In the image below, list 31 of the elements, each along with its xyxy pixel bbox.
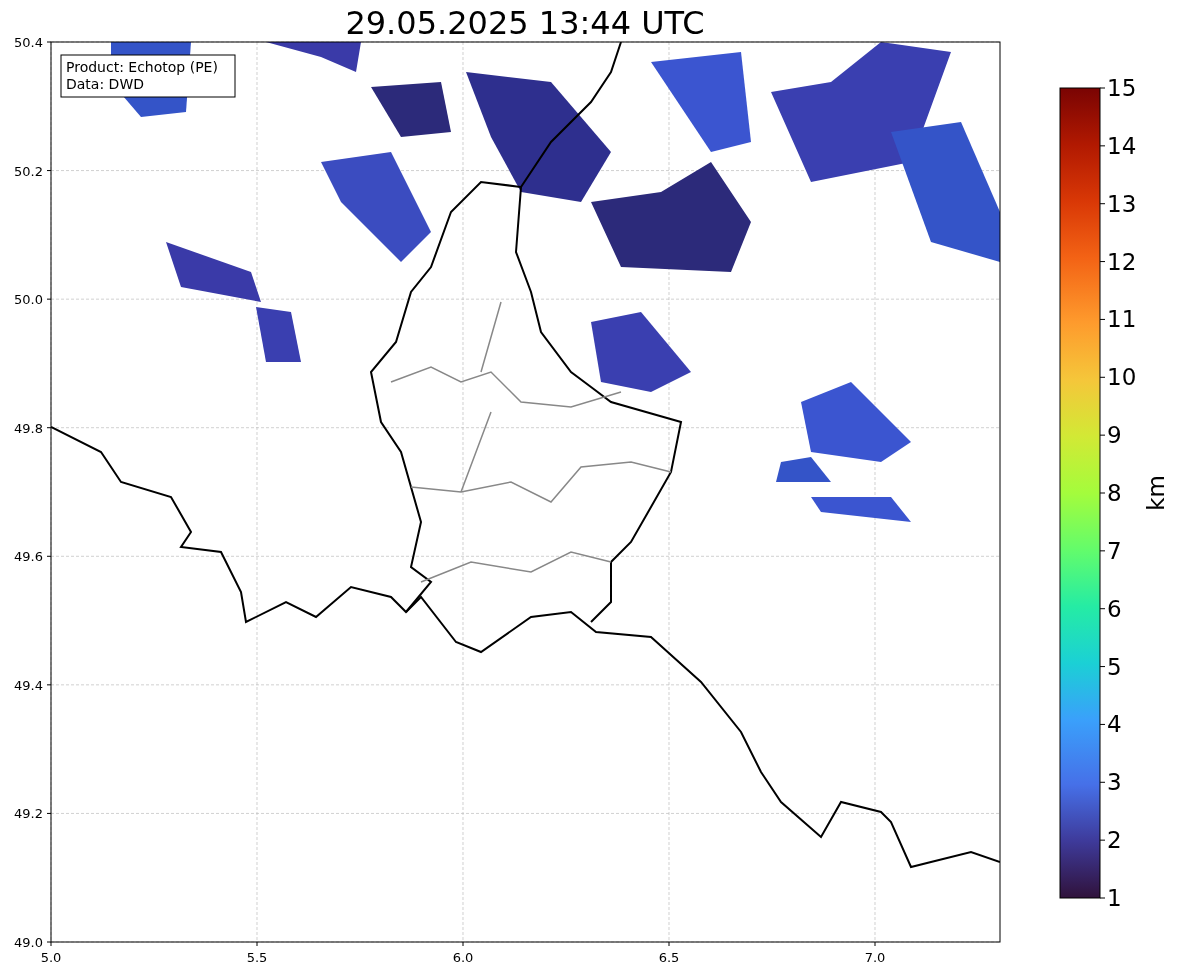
tick-label: 8 — [1107, 480, 1122, 506]
chart-title: 29.05.2025 13:44 UTC — [345, 4, 705, 42]
tick-label: 9 — [1107, 422, 1122, 449]
tick-label: 12 — [1107, 248, 1137, 275]
tick-label: 49.4 — [14, 677, 43, 693]
info-box: Product: Echotop (PE) Data: DWD — [60, 54, 236, 98]
tick-label: 5.0 — [40, 950, 62, 965]
tick-label: 11 — [1107, 306, 1137, 333]
tick-label: 49.2 — [14, 806, 43, 822]
tick-label: 50.0 — [14, 292, 43, 308]
tick-label: 2 — [1107, 827, 1122, 854]
tick-label: 7 — [1107, 537, 1122, 564]
tick-label: 4 — [1107, 711, 1122, 738]
tick-label: 6 — [1107, 595, 1122, 622]
tick-label: 6.0 — [452, 950, 474, 965]
tick-label: 1 — [1107, 885, 1122, 911]
tick-label: 5.5 — [246, 950, 268, 965]
tick-label: 49.8 — [14, 420, 43, 436]
tick-label: 50.4 — [14, 35, 43, 50]
axis-label: km — [1143, 475, 1169, 511]
tick-label: 50.2 — [14, 163, 43, 179]
tick-label: 7.0 — [864, 950, 886, 965]
tick-label: 13 — [1107, 190, 1137, 217]
tick-label: 49.6 — [14, 549, 43, 565]
tick-label: 3 — [1107, 769, 1122, 796]
tick-label: 15 — [1107, 75, 1137, 101]
tick-label: 10 — [1107, 364, 1137, 391]
tick-label: 49.0 — [14, 935, 43, 950]
tick-label: 14 — [1107, 132, 1137, 159]
tick-label: 6.5 — [658, 950, 680, 965]
tick-label: 5 — [1107, 653, 1122, 680]
